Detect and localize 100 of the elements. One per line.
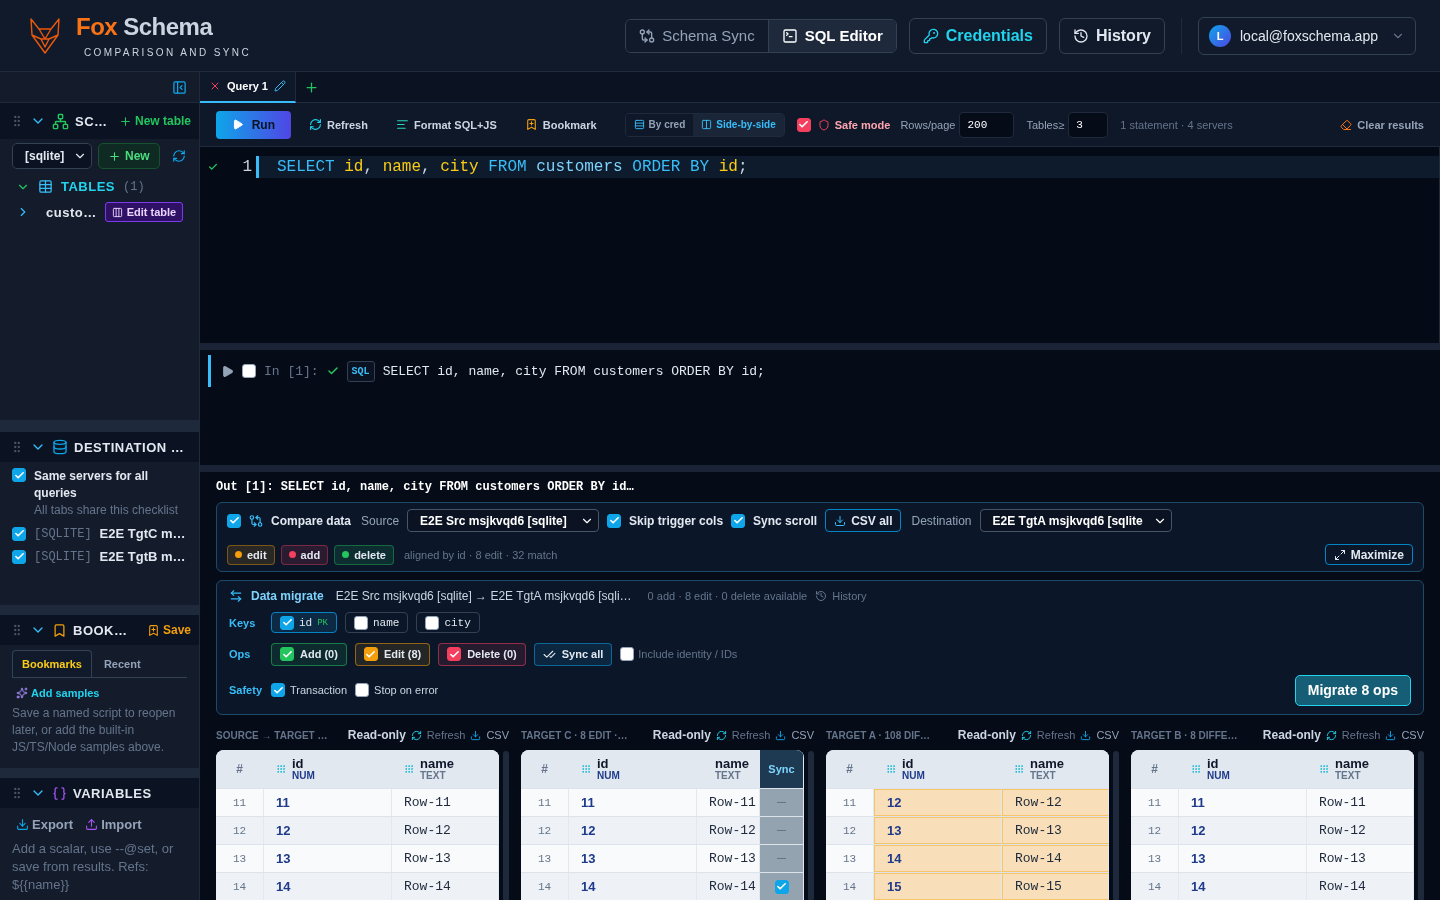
edit-table-button[interactable]: Edit table bbox=[104, 202, 184, 222]
operation-toggle[interactable]: Delete (0) bbox=[438, 642, 526, 666]
source-select[interactable]: E2E Src msjkvqd6 [sqlite] bbox=[407, 509, 600, 532]
checkbox[interactable] bbox=[607, 513, 622, 528]
tree-item[interactable]: custo… bbox=[46, 204, 97, 220]
history-button[interactable]: History bbox=[1058, 17, 1165, 54]
collapse-sidebar-icon[interactable] bbox=[172, 79, 187, 95]
cell-value: Row-12 bbox=[1015, 795, 1062, 810]
checkbox[interactable] bbox=[280, 615, 294, 630]
column-header: # bbox=[541, 762, 548, 776]
format-button[interactable]: Format SQL+JS bbox=[395, 118, 497, 131]
checkbox[interactable] bbox=[12, 468, 26, 482]
save-button[interactable]: Save bbox=[146, 623, 191, 637]
maximize-button[interactable]: Maximize bbox=[1324, 544, 1413, 565]
column-header: id bbox=[1207, 756, 1220, 771]
account-menu[interactable]: L local@foxschema.app bbox=[1198, 16, 1416, 55]
credentials-button[interactable]: Credentials bbox=[908, 17, 1047, 54]
mode-tab[interactable]: SQL Editor bbox=[767, 19, 896, 52]
checkbox[interactable] bbox=[227, 513, 241, 528]
drag-handle-icon bbox=[1319, 764, 1329, 774]
csv-button[interactable]: CSV bbox=[1080, 729, 1119, 741]
column-header: id bbox=[292, 756, 305, 771]
section-title: SC… bbox=[75, 113, 108, 129]
cell-value: Row-13 bbox=[1015, 823, 1062, 838]
checkbox[interactable] bbox=[620, 647, 635, 662]
checkbox[interactable] bbox=[425, 615, 440, 630]
row-number: 13 bbox=[842, 852, 857, 865]
connection-select[interactable]: [sqlite] bbox=[12, 143, 92, 169]
history-button[interactable]: History bbox=[815, 590, 867, 602]
drag-handle-icon bbox=[886, 764, 896, 774]
operation-toggle[interactable]: Add (0) bbox=[271, 642, 347, 666]
csv-button[interactable]: CSV bbox=[775, 729, 814, 741]
new-button[interactable]: New bbox=[98, 143, 160, 169]
destination-select[interactable]: E2E TgtA msjkvqd6 [sqlite bbox=[979, 509, 1172, 532]
columns-icon bbox=[111, 206, 123, 218]
checkbox[interactable] bbox=[796, 117, 811, 132]
key-label: city bbox=[444, 616, 471, 629]
column-header: name bbox=[715, 756, 749, 771]
drag-handle-icon bbox=[581, 764, 591, 774]
clear-results-button[interactable]: Clear results bbox=[1340, 118, 1424, 131]
csv-all-button[interactable]: CSV all bbox=[825, 509, 902, 532]
editor-tab[interactable]: Query 1 bbox=[200, 71, 296, 103]
row-number: 12 bbox=[842, 824, 857, 837]
operation-toggle[interactable]: Edit (8) bbox=[354, 642, 431, 666]
export-button[interactable]: Export bbox=[16, 817, 74, 832]
column-type: NUM bbox=[1207, 770, 1230, 782]
refresh-button[interactable]: Refresh bbox=[1020, 729, 1076, 741]
cell-value: Row-15 bbox=[1015, 879, 1062, 894]
panel-tab[interactable]: Recent bbox=[93, 650, 151, 677]
checkbox[interactable] bbox=[363, 647, 378, 662]
tree-item[interactable]: TABLES bbox=[61, 179, 116, 194]
grid-title: SOURCE → TARGET … bbox=[216, 729, 328, 741]
refresh-button[interactable]: Refresh bbox=[309, 118, 368, 131]
section-title: DESTINATION … bbox=[74, 439, 185, 455]
refresh-icon[interactable] bbox=[171, 149, 186, 163]
row-label: Safety bbox=[229, 684, 263, 697]
plus-icon bbox=[108, 149, 121, 163]
csv-button[interactable]: CSV bbox=[470, 729, 509, 741]
checkbox[interactable] bbox=[12, 526, 26, 541]
check-icon bbox=[272, 685, 284, 696]
checkbox[interactable] bbox=[280, 647, 294, 662]
row-number: 11 bbox=[842, 796, 857, 809]
checkbox[interactable] bbox=[731, 513, 746, 528]
refresh-button[interactable]: Refresh bbox=[1325, 729, 1381, 741]
drag-handle-icon bbox=[276, 764, 286, 774]
key-label: name bbox=[373, 616, 400, 629]
sync-all-button[interactable]: Sync all bbox=[533, 642, 613, 666]
csv-button[interactable]: CSV bbox=[1385, 729, 1424, 741]
checkbox[interactable] bbox=[354, 615, 368, 630]
run-button[interactable]: Run bbox=[216, 110, 291, 139]
dash-icon bbox=[777, 802, 786, 803]
checkbox[interactable] bbox=[242, 364, 256, 378]
panel-tab[interactable]: Bookmarks bbox=[12, 650, 92, 677]
bookmark-plus-icon bbox=[146, 623, 160, 637]
refresh-button[interactable]: Refresh bbox=[410, 729, 466, 741]
tables-field[interactable]: 3 bbox=[1068, 111, 1109, 138]
cell-value: Row-12 bbox=[404, 823, 451, 838]
checkbox[interactable] bbox=[447, 647, 462, 662]
dash-icon bbox=[777, 830, 786, 831]
braces-icon bbox=[52, 785, 67, 801]
play-icon bbox=[232, 118, 244, 131]
import-button[interactable]: Import bbox=[85, 817, 142, 832]
cell-value: Row-14 bbox=[1319, 879, 1366, 894]
view-toggle[interactable]: Side-by-side bbox=[693, 113, 784, 136]
database-icon bbox=[52, 439, 68, 455]
refresh-button[interactable]: Refresh bbox=[715, 729, 771, 741]
download-icon bbox=[1385, 729, 1397, 741]
field-label: Tables≥ bbox=[1026, 118, 1065, 131]
checkbox[interactable] bbox=[355, 683, 370, 698]
add-tab-icon[interactable] bbox=[303, 79, 319, 95]
add-samples-button[interactable]: Add samples bbox=[16, 687, 100, 699]
cell-value: Row-12 bbox=[709, 823, 756, 838]
bookmark-button[interactable]: Bookmark bbox=[524, 118, 597, 131]
cell-value: 14 bbox=[887, 851, 902, 866]
checkbox[interactable] bbox=[12, 549, 26, 564]
rows-per-page-field[interactable]: 200 bbox=[959, 111, 1015, 138]
sync-checkbox[interactable] bbox=[774, 879, 789, 894]
migrate-button[interactable]: Migrate 8 ops bbox=[1294, 675, 1411, 706]
new-table-button[interactable]: New table bbox=[119, 114, 191, 128]
checkbox[interactable] bbox=[271, 683, 285, 698]
